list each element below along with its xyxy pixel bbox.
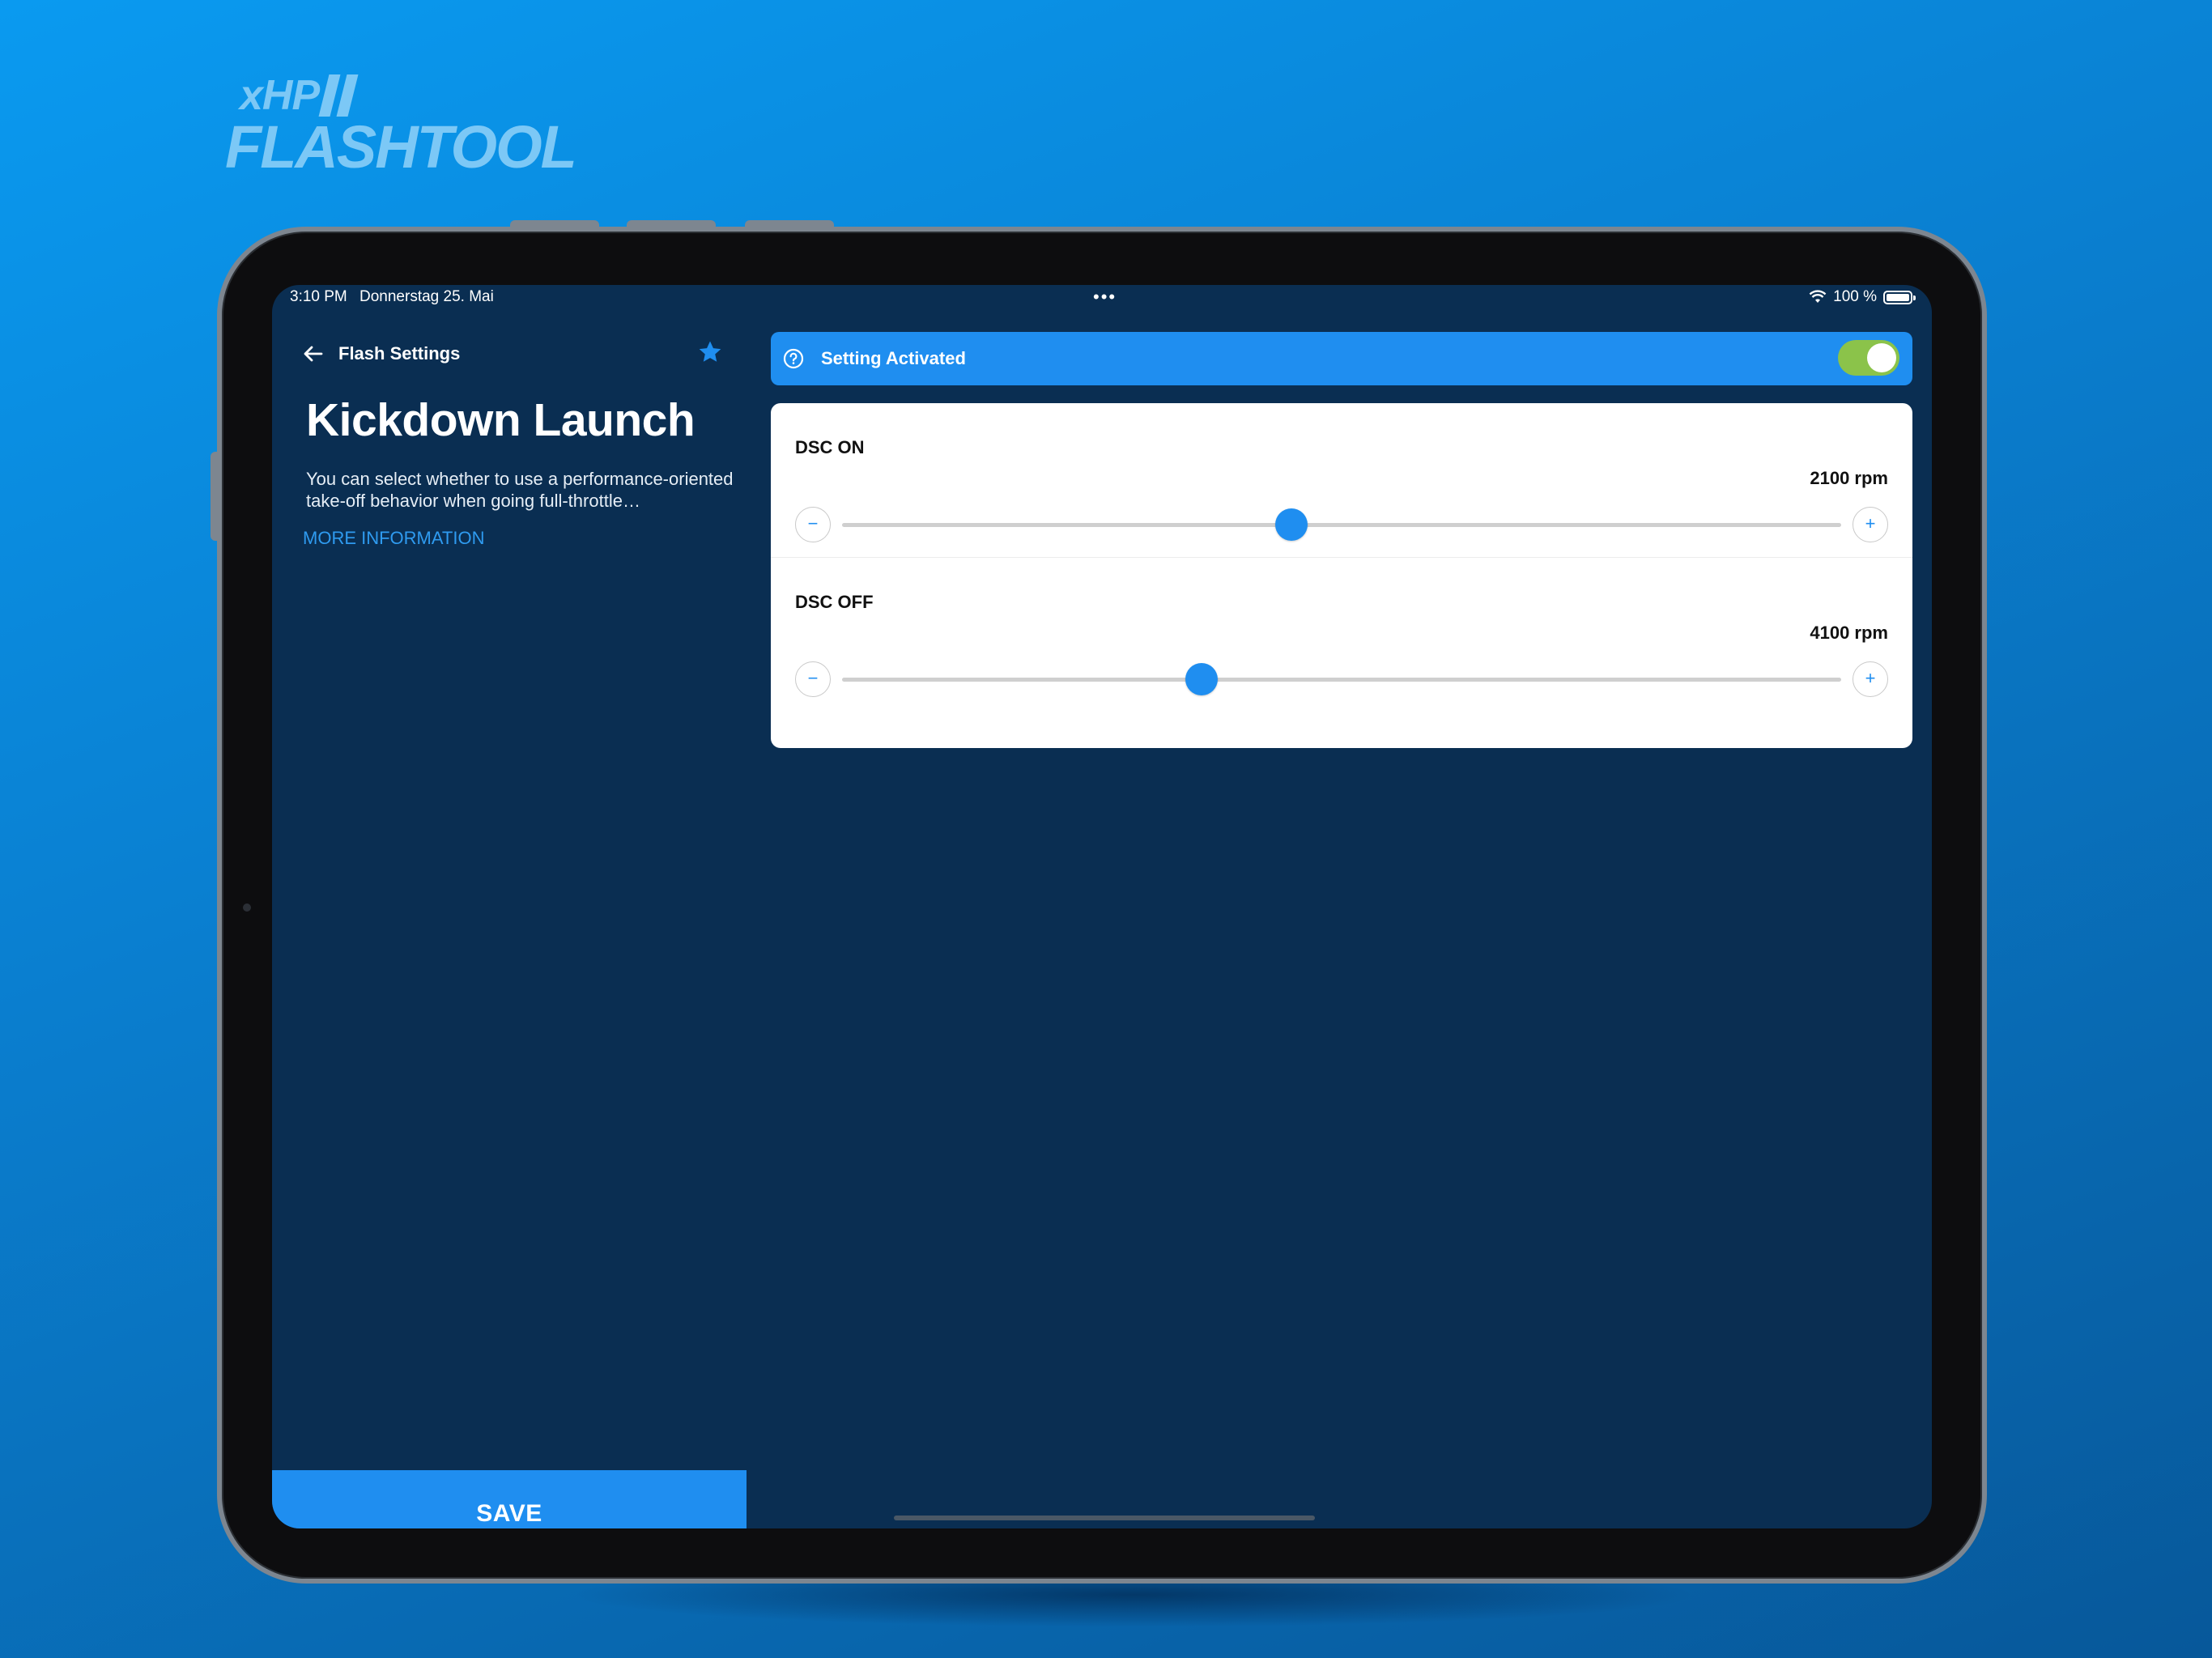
rpm-settings-card: DSC ON 2100 rpm − + DSC OFF 4100 rpm − + bbox=[771, 403, 1912, 748]
status-time: 3:10 PM bbox=[290, 288, 347, 305]
minus-icon: − bbox=[807, 668, 819, 688]
back-label[interactable]: Flash Settings bbox=[338, 343, 460, 364]
slider-value: 2100 rpm bbox=[1810, 468, 1888, 488]
page-title: Kickdown Launch bbox=[306, 394, 696, 446]
slider-label: DSC ON bbox=[795, 437, 865, 457]
help-circle-icon[interactable] bbox=[782, 347, 805, 370]
setting-activated-bar: Setting Activated bbox=[771, 332, 1912, 385]
slider-thumb[interactable] bbox=[1185, 663, 1219, 695]
increment-button[interactable]: + bbox=[1853, 661, 1888, 697]
setting-activated-toggle[interactable] bbox=[1838, 340, 1899, 376]
more-information-link[interactable]: MORE INFORMATION bbox=[303, 528, 484, 549]
logo-xhp: xHP bbox=[240, 72, 359, 119]
battery-percent: 100 % bbox=[1833, 288, 1877, 305]
status-bar: 3:10 PM Donnerstag 25. Mai ••• 100 % bbox=[272, 285, 1932, 314]
back-arrow-icon[interactable] bbox=[301, 342, 325, 366]
slider-track[interactable] bbox=[842, 508, 1841, 541]
status-date: Donnerstag 25. Mai bbox=[359, 288, 494, 305]
slider-dsc-on: DSC ON 2100 rpm − + bbox=[771, 403, 1912, 557]
slider-value: 4100 rpm bbox=[1810, 623, 1888, 643]
toggle-knob[interactable] bbox=[1867, 343, 1896, 372]
app-screen: 3:10 PM Donnerstag 25. Mai ••• 100 % Fla… bbox=[272, 285, 1932, 1528]
save-button[interactable]: SAVE bbox=[272, 1470, 747, 1528]
settings-detail-pane: Flash Settings Kickdown Launch You can s… bbox=[272, 314, 747, 1528]
status-right: 100 % bbox=[1809, 288, 1916, 306]
decrement-button[interactable]: − bbox=[795, 661, 831, 697]
camera bbox=[243, 903, 251, 912]
plus-icon: + bbox=[1865, 668, 1876, 688]
app-logo: xHP FLASHTOOL bbox=[225, 72, 589, 181]
logo-bars bbox=[318, 74, 359, 117]
slider-track[interactable] bbox=[842, 663, 1841, 695]
wifi-icon bbox=[1809, 290, 1827, 303]
logo-xhp-text: xHP bbox=[240, 72, 320, 119]
home-indicator[interactable] bbox=[894, 1516, 1315, 1520]
setting-activated-label: Setting Activated bbox=[821, 348, 966, 368]
back-navigation[interactable]: Flash Settings bbox=[301, 342, 460, 366]
battery-icon bbox=[1883, 290, 1916, 304]
slider-dsc-off: DSC OFF 4100 rpm − + bbox=[771, 557, 1912, 711]
star-icon[interactable] bbox=[696, 338, 724, 366]
increment-button[interactable]: + bbox=[1853, 507, 1888, 542]
slider-label: DSC OFF bbox=[795, 592, 874, 612]
page-description: You can select whether to use a performa… bbox=[306, 469, 734, 511]
slider-thumb[interactable] bbox=[1275, 508, 1308, 541]
multitasking-dots-icon[interactable]: ••• bbox=[1093, 287, 1117, 308]
logo-flashtool: FLASHTOOL bbox=[225, 113, 577, 181]
plus-icon: + bbox=[1865, 513, 1876, 534]
minus-icon: − bbox=[807, 513, 819, 534]
decrement-button[interactable]: − bbox=[795, 507, 831, 542]
